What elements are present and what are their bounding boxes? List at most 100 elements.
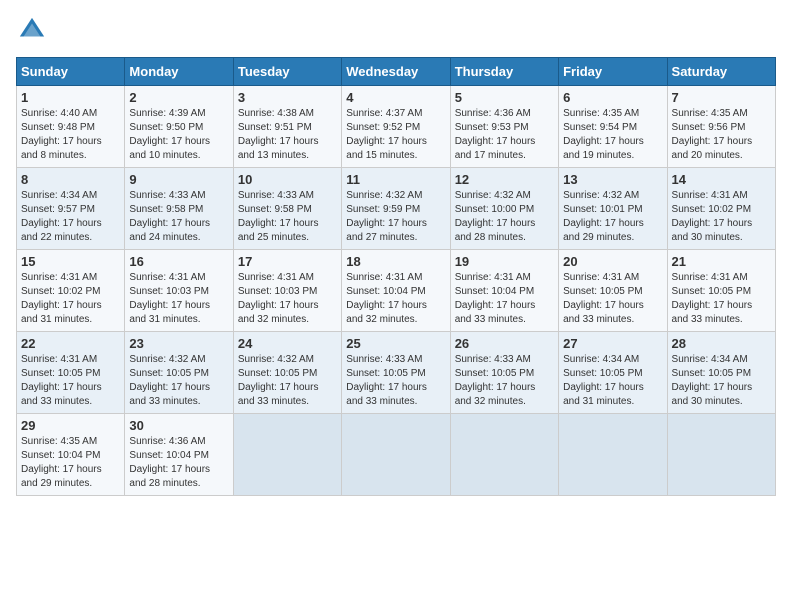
day-info: Sunrise: 4:39 AM Sunset: 9:50 PM Dayligh… [129,107,228,163]
sunrise-label: Sunrise: 4:38 AM [238,108,314,119]
day-header-sunday: Sunday [17,58,125,86]
calendar-cell: 21 Sunrise: 4:31 AM Sunset: 10:05 PM Day… [667,250,775,332]
sunset-label: Sunset: 10:05 PM [672,368,752,379]
sunset-label: Sunset: 9:52 PM [346,122,420,133]
day-info: Sunrise: 4:31 AM Sunset: 10:02 PM Daylig… [21,271,120,327]
day-header-tuesday: Tuesday [233,58,341,86]
calendar-cell: 22 Sunrise: 4:31 AM Sunset: 10:05 PM Day… [17,332,125,414]
sunset-label: Sunset: 10:05 PM [455,368,535,379]
calendar-cell: 12 Sunrise: 4:32 AM Sunset: 10:00 PM Day… [450,168,558,250]
sunrise-label: Sunrise: 4:33 AM [238,190,314,201]
daylight-label: Daylight: 17 hours and 32 minutes. [346,300,427,325]
daylight-label: Daylight: 17 hours and 33 minutes. [21,382,102,407]
calendar-cell [342,414,450,496]
calendar-table: SundayMondayTuesdayWednesdayThursdayFrid… [16,57,776,496]
daylight-label: Daylight: 17 hours and 33 minutes. [455,300,536,325]
logo [16,16,50,49]
sunset-label: Sunset: 10:03 PM [129,286,209,297]
calendar-week-row: 22 Sunrise: 4:31 AM Sunset: 10:05 PM Day… [17,332,776,414]
daylight-label: Daylight: 17 hours and 10 minutes. [129,136,210,161]
sunset-label: Sunset: 10:02 PM [672,204,752,215]
calendar-cell [450,414,558,496]
day-info: Sunrise: 4:35 AM Sunset: 10:04 PM Daylig… [21,435,120,491]
sunset-label: Sunset: 9:48 PM [21,122,95,133]
day-info: Sunrise: 4:38 AM Sunset: 9:51 PM Dayligh… [238,107,337,163]
calendar-cell: 9 Sunrise: 4:33 AM Sunset: 9:58 PM Dayli… [125,168,233,250]
day-number: 10 [238,172,337,187]
day-info: Sunrise: 4:33 AM Sunset: 10:05 PM Daylig… [346,353,445,409]
daylight-label: Daylight: 17 hours and 22 minutes. [21,218,102,243]
day-info: Sunrise: 4:37 AM Sunset: 9:52 PM Dayligh… [346,107,445,163]
sunset-label: Sunset: 10:01 PM [563,204,643,215]
day-info: Sunrise: 4:36 AM Sunset: 10:04 PM Daylig… [129,435,228,491]
calendar-week-row: 8 Sunrise: 4:34 AM Sunset: 9:57 PM Dayli… [17,168,776,250]
calendar-cell: 28 Sunrise: 4:34 AM Sunset: 10:05 PM Day… [667,332,775,414]
calendar-week-row: 15 Sunrise: 4:31 AM Sunset: 10:02 PM Day… [17,250,776,332]
day-number: 13 [563,172,662,187]
day-number: 27 [563,336,662,351]
daylight-label: Daylight: 17 hours and 31 minutes. [129,300,210,325]
sunset-label: Sunset: 10:05 PM [346,368,426,379]
day-number: 24 [238,336,337,351]
day-info: Sunrise: 4:33 AM Sunset: 9:58 PM Dayligh… [129,189,228,245]
sunset-label: Sunset: 10:00 PM [455,204,535,215]
sunrise-label: Sunrise: 4:32 AM [346,190,422,201]
day-info: Sunrise: 4:34 AM Sunset: 10:05 PM Daylig… [563,353,662,409]
day-number: 15 [21,254,120,269]
calendar-header-row: SundayMondayTuesdayWednesdayThursdayFrid… [17,58,776,86]
sunrise-label: Sunrise: 4:35 AM [21,436,97,447]
day-number: 7 [672,90,771,105]
day-number: 30 [129,418,228,433]
sunset-label: Sunset: 10:04 PM [21,450,101,461]
daylight-label: Daylight: 17 hours and 33 minutes. [672,300,753,325]
sunrise-label: Sunrise: 4:33 AM [455,354,531,365]
day-number: 22 [21,336,120,351]
day-info: Sunrise: 4:33 AM Sunset: 9:58 PM Dayligh… [238,189,337,245]
sunset-label: Sunset: 9:50 PM [129,122,203,133]
day-number: 23 [129,336,228,351]
calendar-cell: 10 Sunrise: 4:33 AM Sunset: 9:58 PM Dayl… [233,168,341,250]
calendar-cell: 5 Sunrise: 4:36 AM Sunset: 9:53 PM Dayli… [450,86,558,168]
sunrise-label: Sunrise: 4:40 AM [21,108,97,119]
day-info: Sunrise: 4:31 AM Sunset: 10:02 PM Daylig… [672,189,771,245]
calendar-cell [667,414,775,496]
day-number: 12 [455,172,554,187]
daylight-label: Daylight: 17 hours and 17 minutes. [455,136,536,161]
day-header-wednesday: Wednesday [342,58,450,86]
sunset-label: Sunset: 10:04 PM [346,286,426,297]
day-header-thursday: Thursday [450,58,558,86]
sunset-label: Sunset: 10:04 PM [455,286,535,297]
calendar-cell: 1 Sunrise: 4:40 AM Sunset: 9:48 PM Dayli… [17,86,125,168]
day-info: Sunrise: 4:35 AM Sunset: 9:54 PM Dayligh… [563,107,662,163]
daylight-label: Daylight: 17 hours and 13 minutes. [238,136,319,161]
day-info: Sunrise: 4:32 AM Sunset: 10:05 PM Daylig… [238,353,337,409]
daylight-label: Daylight: 17 hours and 31 minutes. [563,382,644,407]
sunrise-label: Sunrise: 4:36 AM [129,436,205,447]
calendar-cell: 19 Sunrise: 4:31 AM Sunset: 10:04 PM Day… [450,250,558,332]
sunrise-label: Sunrise: 4:31 AM [672,190,748,201]
day-info: Sunrise: 4:34 AM Sunset: 9:57 PM Dayligh… [21,189,120,245]
sunrise-label: Sunrise: 4:31 AM [455,272,531,283]
calendar-cell: 23 Sunrise: 4:32 AM Sunset: 10:05 PM Day… [125,332,233,414]
sunrise-label: Sunrise: 4:33 AM [129,190,205,201]
sunrise-label: Sunrise: 4:32 AM [129,354,205,365]
calendar-cell: 25 Sunrise: 4:33 AM Sunset: 10:05 PM Day… [342,332,450,414]
sunset-label: Sunset: 10:05 PM [238,368,318,379]
daylight-label: Daylight: 17 hours and 32 minutes. [455,382,536,407]
sunset-label: Sunset: 9:56 PM [672,122,746,133]
daylight-label: Daylight: 17 hours and 24 minutes. [129,218,210,243]
sunset-label: Sunset: 10:03 PM [238,286,318,297]
calendar-cell: 3 Sunrise: 4:38 AM Sunset: 9:51 PM Dayli… [233,86,341,168]
day-info: Sunrise: 4:34 AM Sunset: 10:05 PM Daylig… [672,353,771,409]
sunrise-label: Sunrise: 4:37 AM [346,108,422,119]
calendar-cell: 29 Sunrise: 4:35 AM Sunset: 10:04 PM Day… [17,414,125,496]
sunrise-label: Sunrise: 4:32 AM [563,190,639,201]
day-info: Sunrise: 4:31 AM Sunset: 10:05 PM Daylig… [21,353,120,409]
logo-icon [18,16,46,44]
sunrise-label: Sunrise: 4:32 AM [455,190,531,201]
daylight-label: Daylight: 17 hours and 8 minutes. [21,136,102,161]
day-number: 25 [346,336,445,351]
calendar-cell [559,414,667,496]
day-number: 26 [455,336,554,351]
calendar-cell: 14 Sunrise: 4:31 AM Sunset: 10:02 PM Day… [667,168,775,250]
